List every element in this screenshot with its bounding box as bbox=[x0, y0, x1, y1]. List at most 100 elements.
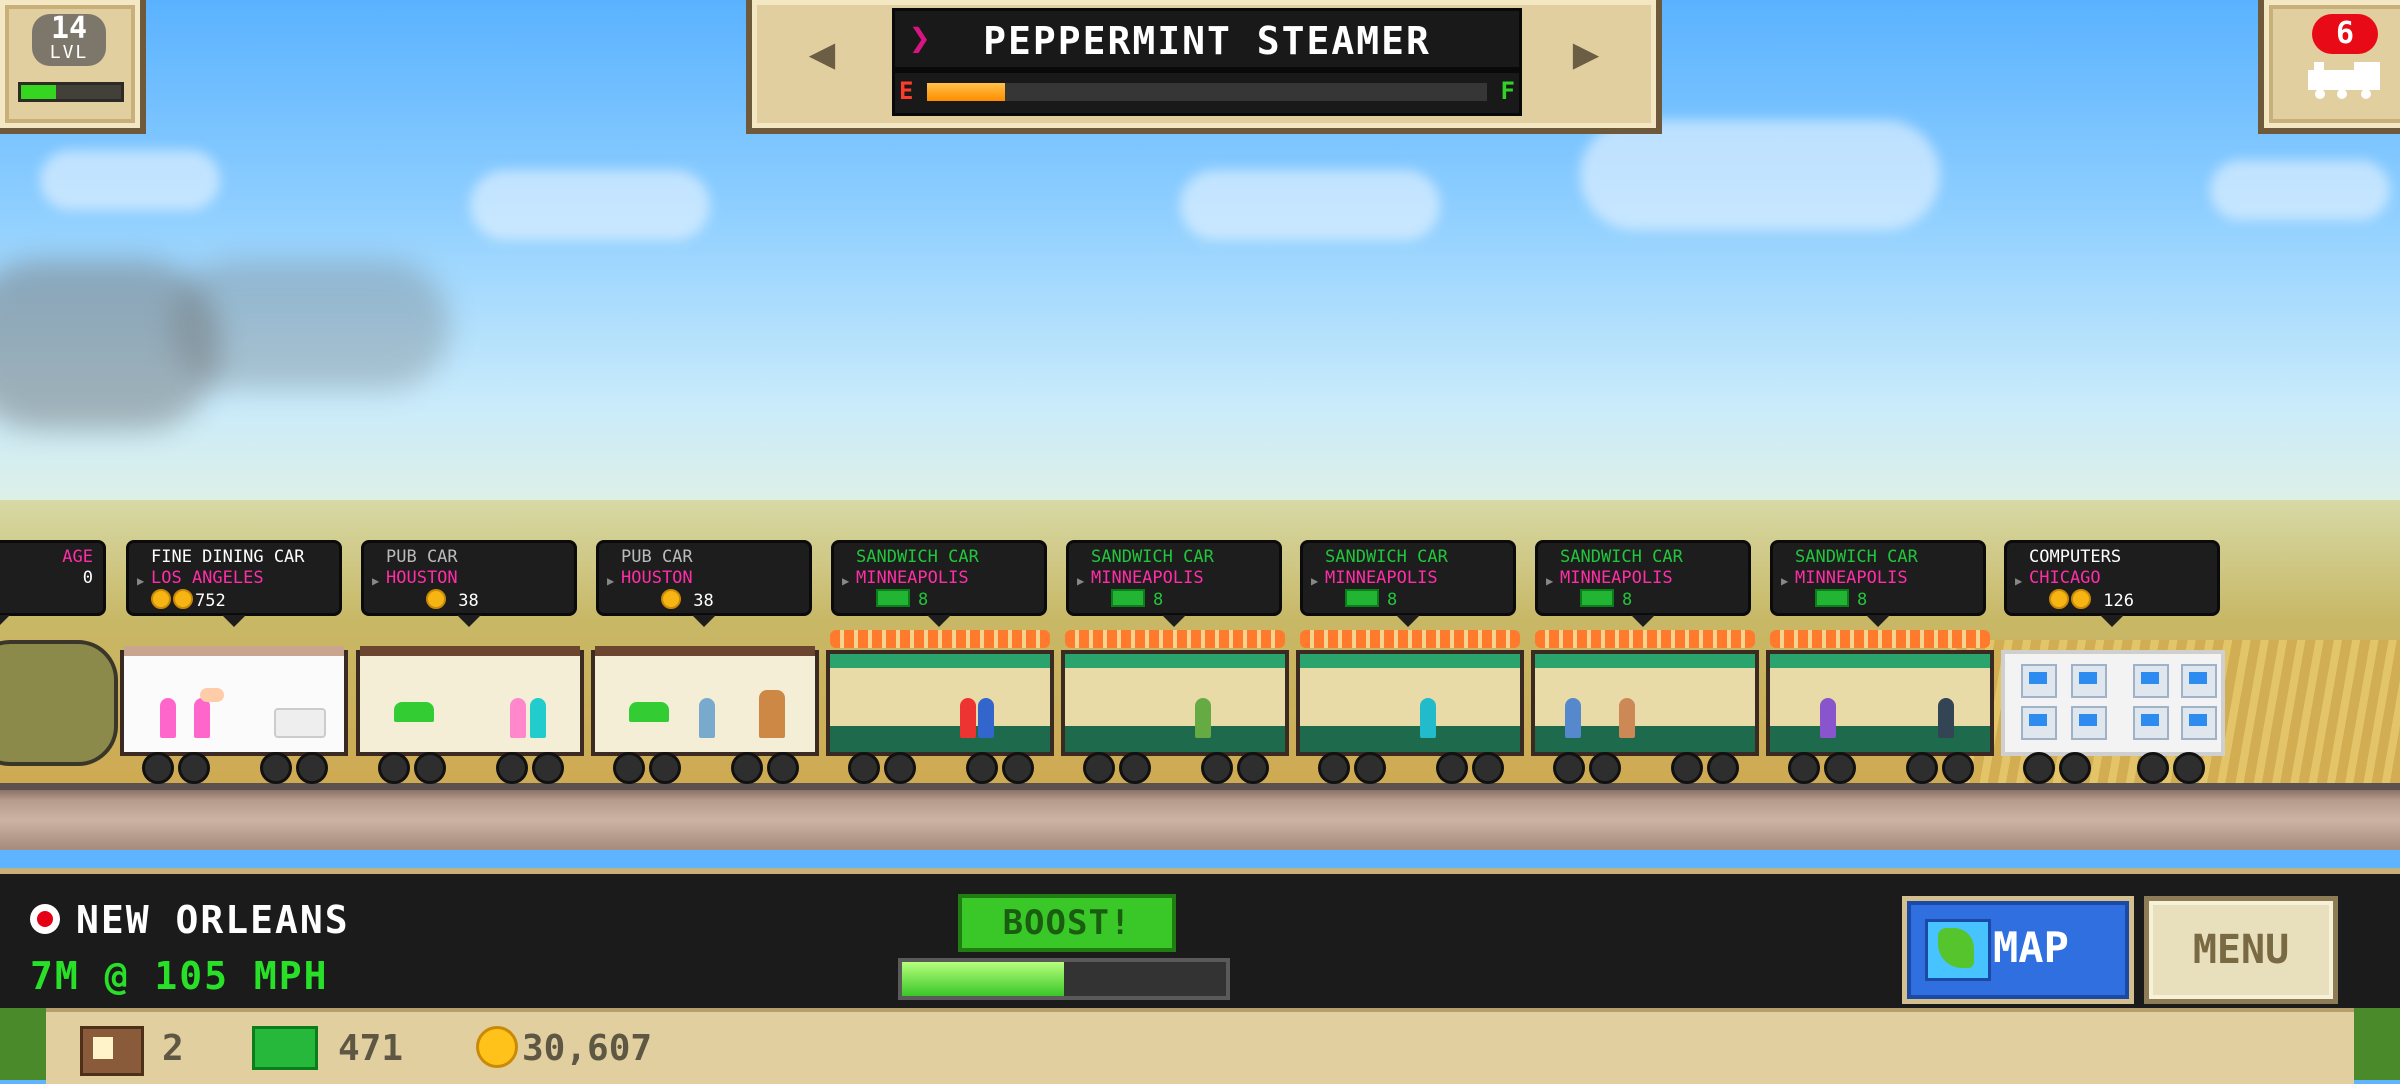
car-title: PUB CAR bbox=[621, 547, 693, 567]
sandwich-car[interactable] bbox=[1061, 630, 1289, 784]
computer-crate bbox=[2133, 706, 2169, 740]
car-amount: 38 bbox=[693, 591, 714, 611]
sandwich-car[interactable] bbox=[1296, 630, 1524, 784]
car-count: 2 bbox=[162, 1028, 184, 1069]
car-label[interactable]: ▶ SANDWICH CAR MINNEAPOLIS 8 bbox=[831, 540, 1047, 627]
fine-dining-car[interactable] bbox=[120, 646, 348, 784]
boost-meter bbox=[898, 958, 1230, 1000]
tank-car[interactable] bbox=[0, 640, 118, 766]
car-body bbox=[1531, 650, 1759, 756]
car-label[interactable]: ▶ COMPUTERS CHICAGO 126 bbox=[2004, 540, 2220, 627]
wheels bbox=[1531, 752, 1759, 784]
car-label[interactable]: ▶ SANDWICH CAR MINNEAPOLIS 8 bbox=[1535, 540, 1751, 627]
caret-icon: ▶ bbox=[2015, 574, 2023, 588]
sandwich-car[interactable] bbox=[1531, 630, 1759, 784]
car-body bbox=[1296, 650, 1524, 756]
car-seats bbox=[1770, 726, 1990, 752]
train-name: PEPPERMINT STEAMER bbox=[983, 19, 1431, 63]
car-label[interactable]: ▶ SANDWICH CAR MINNEAPOLIS 8 bbox=[1066, 540, 1282, 627]
next-train-button[interactable]: ▶ bbox=[1526, 8, 1646, 98]
level-panel[interactable]: 14 LVL bbox=[0, 0, 146, 134]
car-title: SANDWICH CAR bbox=[1795, 547, 1918, 567]
boost-button[interactable]: BOOST! bbox=[958, 894, 1176, 952]
caret-icon: ▶ bbox=[1546, 574, 1554, 588]
wheels bbox=[1296, 752, 1524, 784]
passenger bbox=[530, 698, 546, 738]
map-button[interactable]: MAP bbox=[1902, 896, 2134, 1004]
car-body bbox=[1061, 650, 1289, 756]
car-roof bbox=[595, 646, 815, 656]
computers-car[interactable] bbox=[2001, 650, 2225, 784]
caret-icon: ▶ bbox=[1781, 574, 1789, 588]
sandwich-car[interactable] bbox=[826, 630, 1054, 784]
chevron-left-icon: ◀ bbox=[808, 27, 836, 79]
distance-speed: 7M @ 105 MPH bbox=[30, 954, 329, 998]
fuel-fill bbox=[927, 83, 1006, 101]
wheels bbox=[1061, 752, 1289, 784]
resource-bar: 2 471 30,607 bbox=[46, 1008, 2354, 1084]
car-label[interactable]: ▶ SANDWICH CAR MINNEAPOLIS 8 bbox=[1300, 540, 1516, 627]
car-stripe bbox=[1535, 654, 1755, 668]
cash-icon bbox=[1815, 589, 1849, 607]
car-stripe bbox=[1770, 654, 1990, 668]
cash-icon bbox=[1580, 589, 1614, 607]
car-roof bbox=[360, 646, 580, 656]
passenger bbox=[978, 698, 994, 738]
car-seats bbox=[1065, 726, 1285, 752]
fuel-gauge: E F bbox=[892, 70, 1522, 116]
passenger bbox=[510, 698, 526, 738]
car-title: SANDWICH CAR bbox=[1560, 547, 1683, 567]
car-label[interactable]: ▶ PUB CAR HOUSTON 38 bbox=[361, 540, 577, 627]
cash-amount: 471 bbox=[338, 1028, 404, 1069]
cloud bbox=[470, 170, 710, 240]
track bbox=[0, 790, 2400, 850]
car-label[interactable]: ▶ FINE DINING CAR LOS ANGELES 752 bbox=[126, 540, 342, 627]
food-dish bbox=[200, 688, 224, 702]
cash-icon bbox=[1345, 589, 1379, 607]
wheels bbox=[120, 752, 348, 784]
passenger bbox=[1195, 698, 1211, 738]
caret-icon: ▶ bbox=[137, 574, 145, 588]
previous-train-button[interactable]: ◀ bbox=[762, 8, 882, 98]
train-selector: ◀ ❯ PEPPERMINT STEAMER E F ▶ bbox=[746, 0, 1662, 134]
fuel-full-label: F bbox=[1500, 77, 1515, 105]
car-title: SANDWICH CAR bbox=[856, 547, 979, 567]
car-title: SANDWICH CAR bbox=[1091, 547, 1214, 567]
computer-crate bbox=[2021, 706, 2057, 740]
wheels bbox=[591, 752, 819, 784]
sandwich-roof bbox=[830, 630, 1050, 648]
car-label[interactable]: ▶ SANDWICH CAR MINNEAPOLIS 8 bbox=[1770, 540, 1986, 627]
wheels bbox=[1766, 752, 1994, 784]
caret-icon: ▶ bbox=[1311, 574, 1319, 588]
boost-meter-fill bbox=[902, 962, 1064, 996]
status-bar: NEW ORLEANS 7M @ 105 MPH BOOST! MAP MENU bbox=[0, 868, 2400, 1014]
caret-icon: ▶ bbox=[372, 574, 380, 588]
car-body bbox=[591, 646, 819, 756]
computer-crate bbox=[2181, 706, 2217, 740]
locomotive-icon bbox=[2308, 62, 2380, 99]
menu-button[interactable]: MENU bbox=[2144, 896, 2338, 1004]
sandwich-car[interactable] bbox=[1766, 630, 1994, 784]
pub-sign bbox=[394, 702, 434, 722]
car-title: COMPUTERS bbox=[2029, 547, 2122, 567]
pub-car[interactable] bbox=[356, 646, 584, 784]
car-stripe bbox=[830, 654, 1050, 668]
cloud bbox=[40, 150, 220, 210]
car-label[interactable]: AGE 0 bbox=[0, 540, 106, 627]
level-progress-fill bbox=[21, 85, 56, 99]
sandwich-roof bbox=[1065, 630, 1285, 648]
pub-car[interactable] bbox=[591, 646, 819, 784]
wheels bbox=[356, 752, 584, 784]
car-amount: 752 bbox=[195, 591, 226, 611]
passenger bbox=[1938, 698, 1954, 738]
car-label[interactable]: ▶ PUB CAR HOUSTON 38 bbox=[596, 540, 812, 627]
caret-icon: ▶ bbox=[842, 574, 850, 588]
grass-edge bbox=[2354, 1008, 2400, 1080]
cash-icon bbox=[252, 1026, 318, 1070]
passenger bbox=[160, 698, 176, 738]
map-icon bbox=[1925, 919, 1991, 981]
train-garage-button[interactable]: 6 bbox=[2258, 0, 2400, 134]
train-name-plate: ❯ PEPPERMINT STEAMER bbox=[892, 8, 1522, 70]
passenger bbox=[960, 698, 976, 738]
car-destination: CHICAGO bbox=[2029, 568, 2101, 588]
